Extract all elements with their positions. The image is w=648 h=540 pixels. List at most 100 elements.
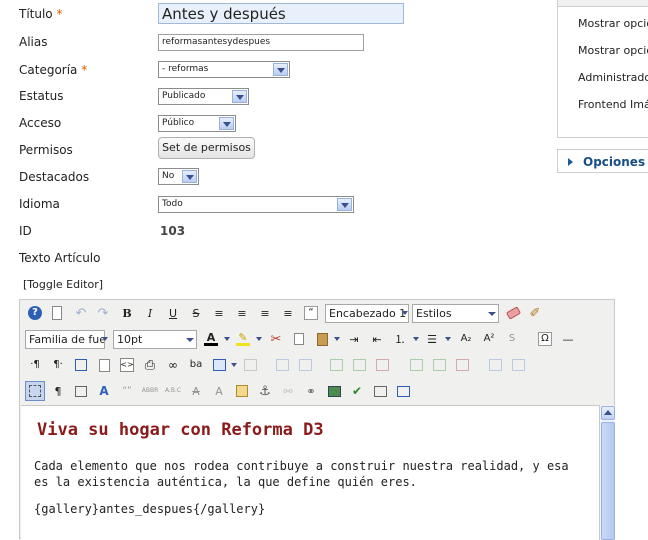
spellcheck-button[interactable]: ✔ [347,381,367,401]
insert-text-button[interactable]: A [209,381,229,401]
source-code-button[interactable]: <> [117,355,137,375]
style-props-button[interactable]: A [94,381,114,401]
redo-button[interactable]: ↷ [93,303,113,323]
format-dropdown-arrow[interactable] [400,303,409,323]
scroll-up-arrow-icon[interactable] [601,406,615,420]
panel-item[interactable]: Administrado [578,71,648,84]
find-button[interactable]: ∞ [163,355,183,375]
subscript-button[interactable]: A₂ [456,329,476,349]
highlight-button[interactable]: ✎ [233,329,253,349]
horizontal-rule-button[interactable]: — [558,329,578,349]
scrollbar-thumb[interactable] [601,422,615,540]
print-button[interactable]: ⎙ [140,355,160,375]
content-gallery-tag[interactable]: {gallery}antes_despues{/gallery} [34,502,265,516]
split-cells-button[interactable] [485,355,505,375]
fullscreen-button[interactable] [71,355,91,375]
numbered-list-dropdown[interactable] [411,329,420,349]
cell-props-button[interactable] [295,355,315,375]
align-justify-button[interactable]: ≡ [209,303,229,323]
category-select[interactable]: - reformas [158,61,290,78]
unlink-button[interactable]: ⚯ [278,381,298,401]
superscript-button[interactable]: A² [479,329,499,349]
template-button[interactable] [393,381,413,401]
numbered-list-button[interactable]: ⒈ [390,329,410,349]
rtl-button[interactable]: ¶· [48,355,68,375]
insert-layer-button[interactable] [71,381,91,401]
visual-aid-button[interactable] [25,381,45,401]
insert-col-after-button[interactable] [429,355,449,375]
font-size-select[interactable]: 10pt [113,330,197,349]
access-select[interactable]: Público [158,115,236,132]
format-select[interactable]: Encabezado 1 [325,304,409,323]
bullet-list-dropdown[interactable] [443,329,452,349]
font-family-dropdown-arrow[interactable] [100,329,109,349]
copy-button[interactable] [289,329,309,349]
strikethrough-button[interactable]: S [186,303,206,323]
content-heading[interactable]: Viva su hogar con Reforma D3 [37,420,324,440]
ltr-button[interactable]: ·¶ [25,355,45,375]
underline-button[interactable]: U [163,303,183,323]
permissions-button[interactable]: Set de permisos [158,137,255,159]
cut-button[interactable]: ✂ [266,329,286,349]
panel-item[interactable]: Mostrar opcio [578,17,648,30]
text-color-button[interactable]: A [201,329,221,349]
delete-text-button[interactable]: A [186,381,206,401]
alias-input[interactable]: reformasantesydespues [158,34,364,51]
page-break-button[interactable] [370,381,390,401]
abbr-button[interactable]: ABBR [140,381,160,401]
insert-row-before-button[interactable] [326,355,346,375]
bold-button[interactable]: B [117,303,137,323]
insert-table-button[interactable] [209,355,229,375]
language-select[interactable]: Todo [158,196,354,213]
toggle-editor-link[interactable]: [Toggle Editor] [23,278,103,291]
cleanup-button[interactable]: ✐ [525,303,545,323]
undo-button[interactable]: ↶ [71,303,91,323]
featured-select[interactable]: No [158,168,199,185]
align-right-button[interactable]: ≡ [278,303,298,323]
insert-image-button[interactable] [324,381,344,401]
text-color-dropdown[interactable] [222,329,231,349]
outdent-button[interactable]: ⇤ [367,329,387,349]
status-select[interactable]: Publicado [158,88,249,105]
special-format-button[interactable]: S [502,329,522,349]
highlight-dropdown[interactable] [254,329,263,349]
attributes-button[interactable] [232,381,252,401]
styles-select[interactable]: Estilos [412,304,499,323]
delete-col-button[interactable] [452,355,472,375]
font-family-select[interactable]: Familia de fuen [25,330,105,349]
italic-button[interactable]: I [140,303,160,323]
editor-scrollbar[interactable] [599,405,615,540]
anchor-button[interactable]: ⚓ [255,381,275,401]
clear-formatting-button[interactable] [503,303,523,323]
title-input[interactable]: Antes y después [158,3,404,24]
align-center-button[interactable]: ≡ [232,303,252,323]
insert-col-before-button[interactable] [406,355,426,375]
merge-cells-button[interactable] [508,355,528,375]
acronym-button[interactable]: A.B.C [163,381,183,401]
align-left-button[interactable]: ≡ [255,303,275,323]
replace-button[interactable]: ba [186,355,206,375]
indent-button[interactable]: ⇥ [344,329,364,349]
delete-row-button[interactable] [372,355,392,375]
help-button[interactable]: ? [25,303,45,323]
bullet-list-button[interactable]: ☰ [422,329,442,349]
cite-button[interactable]: “” [117,381,137,401]
special-char-button[interactable]: Ω [535,329,555,349]
new-document-button[interactable] [47,303,67,323]
content-paragraph[interactable]: Cada elemento que nos rodea contribuye a… [34,458,589,490]
link-button[interactable]: ⚭ [301,381,321,401]
preview-button[interactable] [94,355,114,375]
editor-content-area[interactable]: Viva su hogar con Reforma D3 Cada elemen… [21,405,599,540]
show-blocks-button[interactable]: ¶ [48,381,68,401]
delete-table-button[interactable] [240,355,260,375]
row-props-button[interactable] [272,355,292,375]
insert-row-after-button[interactable] [349,355,369,375]
paste-button[interactable] [312,329,332,349]
paste-dropdown[interactable] [332,329,341,349]
indent-icon: ⇥ [349,332,359,346]
panel-item[interactable]: Mostrar opcio [578,44,648,57]
panel-item[interactable]: Frontend Imá [578,98,648,111]
table-dropdown[interactable] [229,355,238,375]
options-panel-toggle[interactable]: Opciones I [557,149,648,173]
blockquote-button[interactable]: “ [301,303,321,323]
